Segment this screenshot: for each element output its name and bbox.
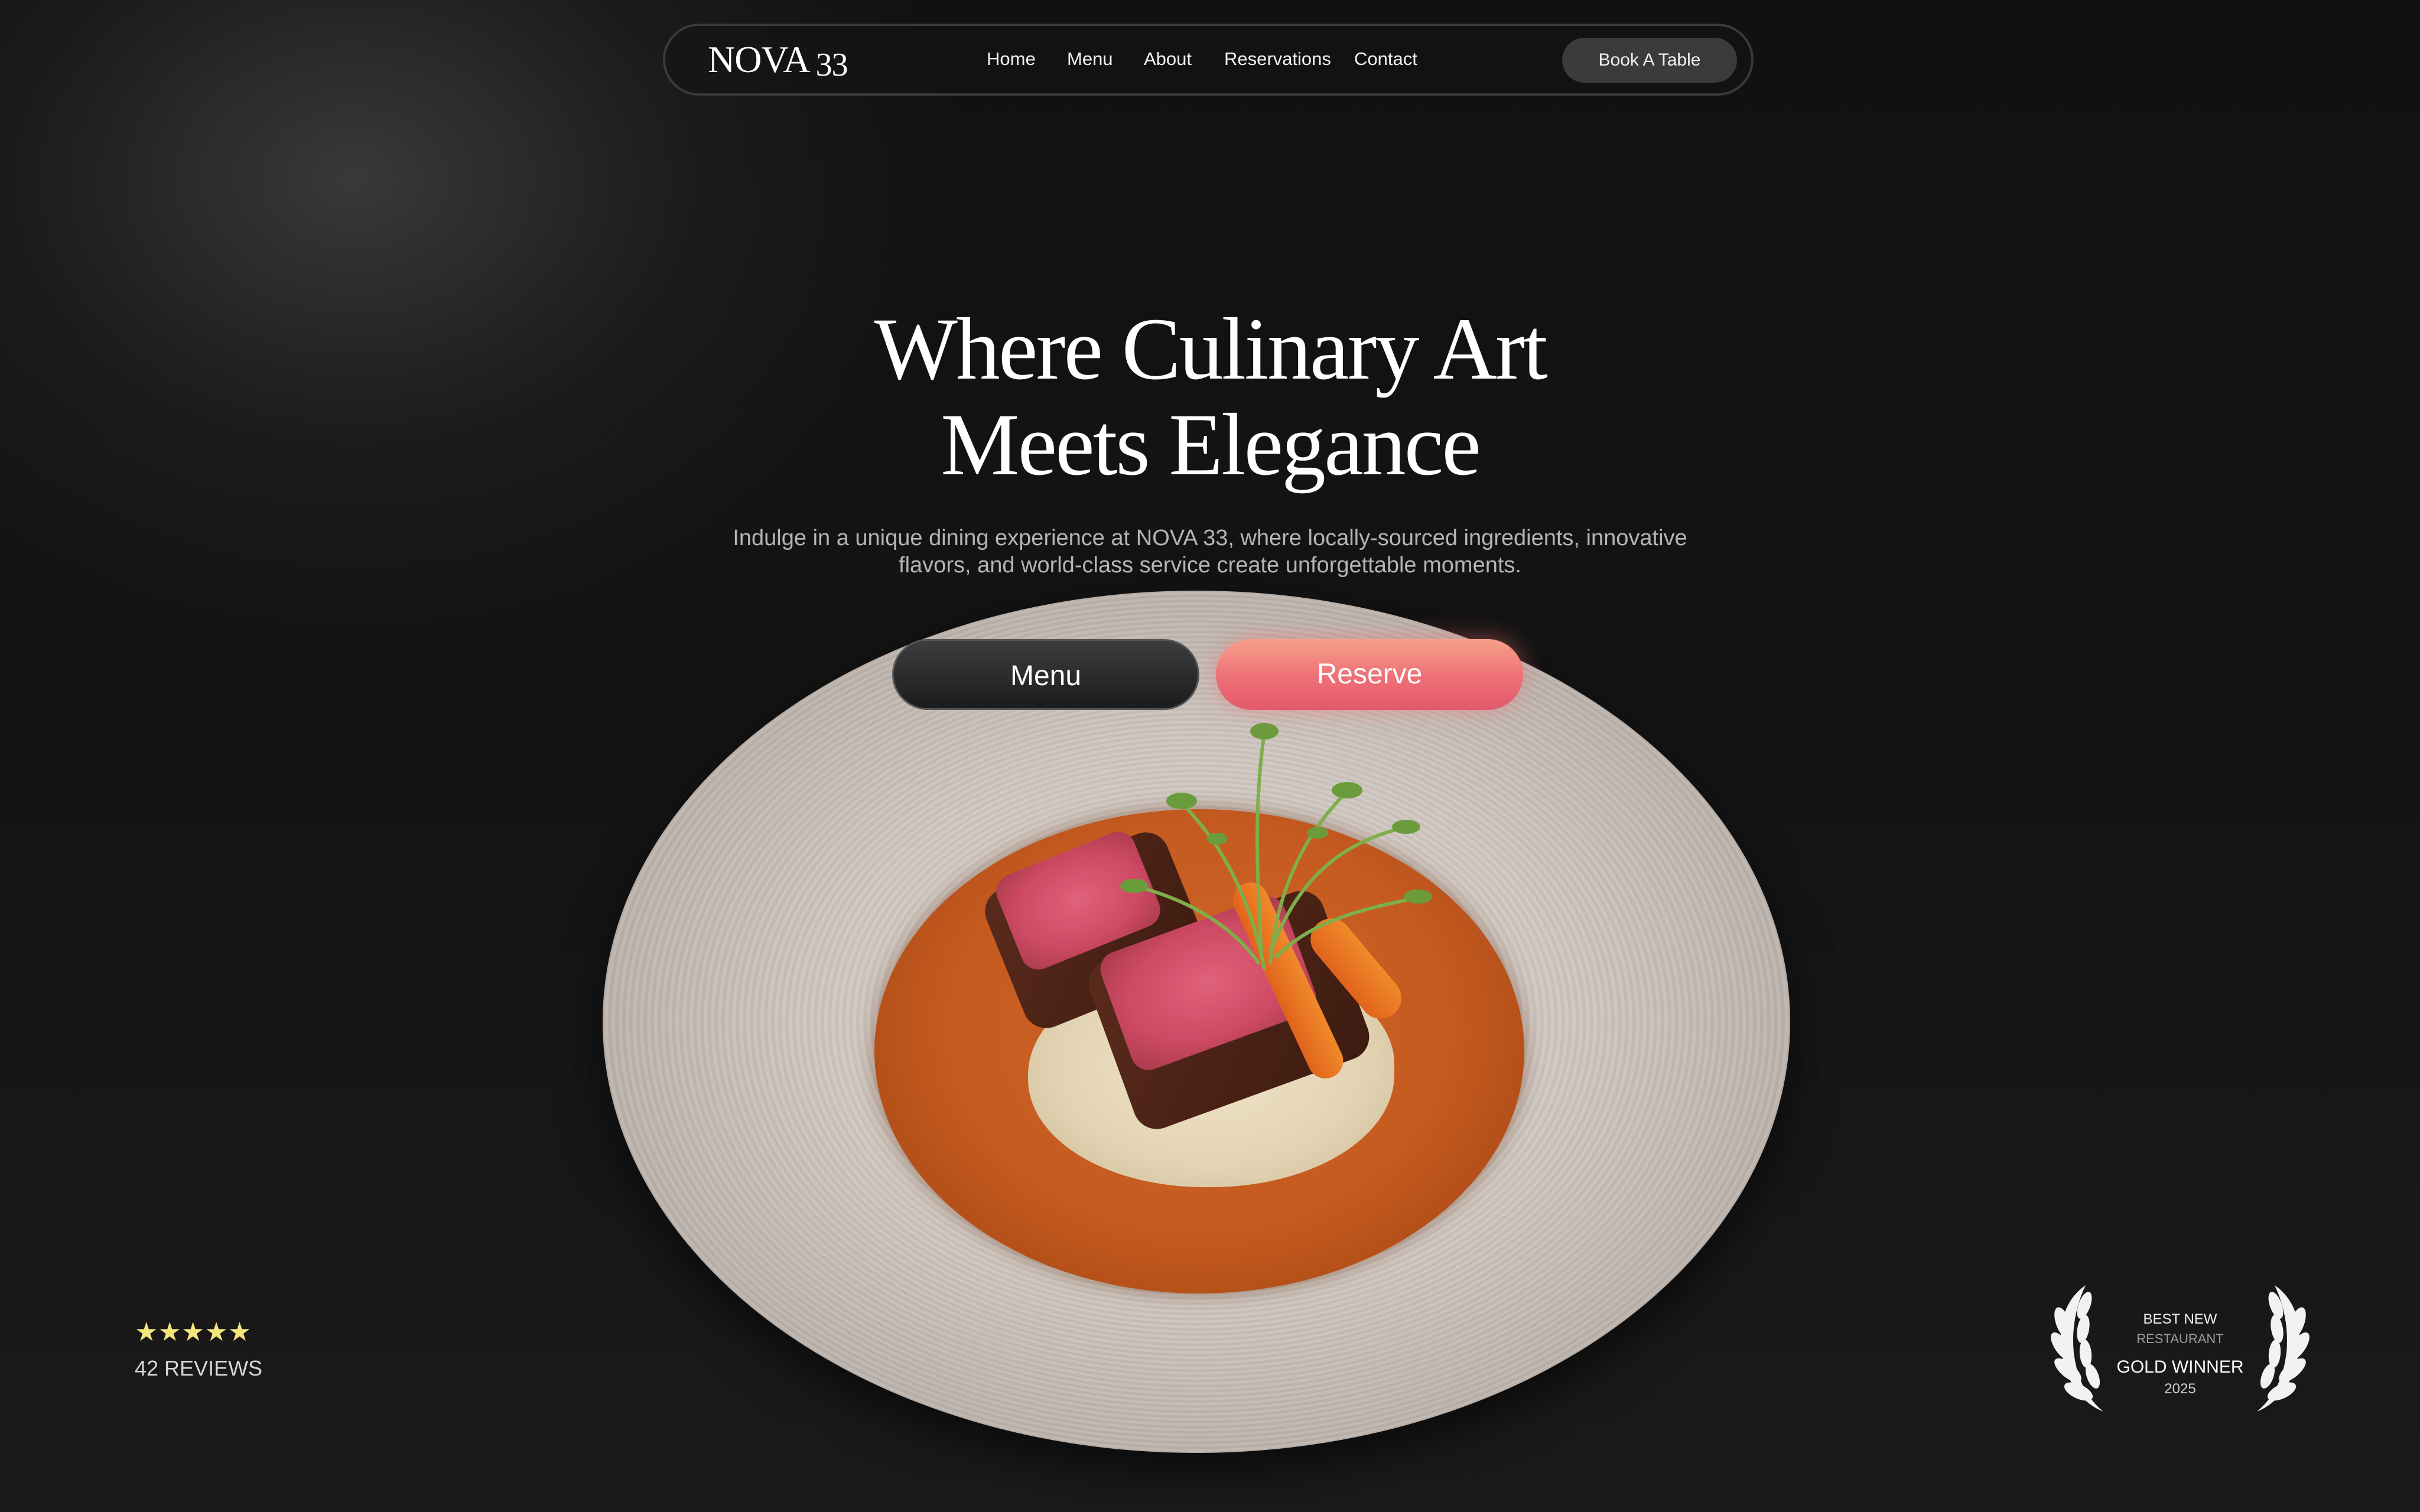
reserve-button[interactable]: Reserve (1216, 639, 1523, 710)
nav-link-reservations[interactable]: Reservations (1224, 48, 1331, 70)
hero-subtitle: Indulge in a unique dining experience at… (708, 524, 1712, 579)
award-line-gold-winner: GOLD WINNER (2116, 1357, 2244, 1377)
nav-link-menu[interactable]: Menu (1067, 48, 1113, 70)
hero-subtitle-line1: Indulge in a unique dining experience at… (733, 526, 1687, 550)
hero-title-line1: Where Culinary Art (874, 300, 1547, 398)
hero-title: Where Culinary Art Meets Elegance (619, 301, 1801, 493)
nav-link-home[interactable]: Home (987, 48, 1036, 70)
award-line-best-new: BEST NEW (2143, 1311, 2217, 1327)
hero-subtitle-line2: flavors, and world-class service create … (899, 553, 1521, 578)
rating-stars: ★★★★★ (135, 1318, 252, 1347)
award-line-restaurant: RESTAURANT (2136, 1331, 2224, 1346)
book-a-table-button[interactable]: Book A Table (1562, 38, 1737, 83)
award-line-year: 2025 (2164, 1381, 2196, 1397)
award-badge: BEST NEW RESTAURANT GOLD WINNER 2025 (2050, 1282, 2310, 1418)
nav-link-about[interactable]: About (1144, 48, 1192, 70)
hero-title-line2: Meets Elegance (941, 396, 1481, 494)
top-navigation: NOVA 33 Home Menu About Reservations Cont… (663, 24, 1754, 96)
microgreens-garnish (1120, 723, 1432, 970)
reviews-count[interactable]: 42 REVIEWS (135, 1356, 262, 1381)
nav-link-contact[interactable]: Contact (1354, 48, 1417, 70)
menu-button[interactable]: Menu (892, 639, 1199, 710)
